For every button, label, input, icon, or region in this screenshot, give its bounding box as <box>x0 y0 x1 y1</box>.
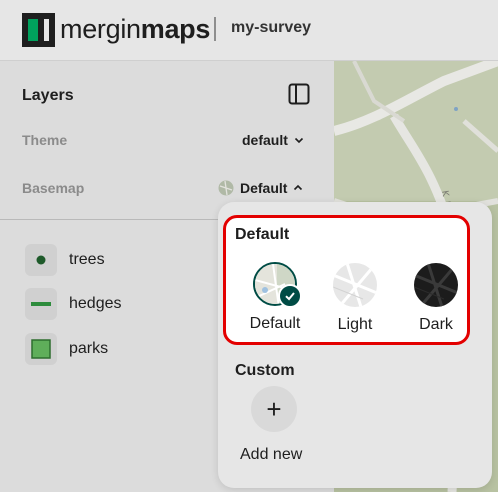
default-section-title: Default <box>235 226 290 243</box>
plus-icon: + <box>266 394 282 424</box>
basemap-label: Basemap <box>22 180 85 196</box>
header-divider <box>214 17 216 41</box>
basemap-option-light[interactable]: Light <box>325 262 385 334</box>
layer-name: parks <box>69 340 109 357</box>
custom-section-title: Custom <box>235 362 295 379</box>
layer-item-hedges[interactable]: hedges <box>25 288 122 320</box>
basemap-value: Default <box>240 180 288 196</box>
brand-name: merginmaps <box>60 14 211 44</box>
layer-name: hedges <box>69 295 122 312</box>
basemap-option-dark[interactable]: Dark <box>406 262 466 334</box>
theme-label: Theme <box>22 132 68 148</box>
panel-title: Layers <box>22 87 74 104</box>
layer-name: trees <box>69 251 105 268</box>
basemap-option-label: Default <box>249 315 301 332</box>
basemap-option-label: Dark <box>419 316 453 333</box>
basemap-option-label: Light <box>337 316 373 333</box>
app-header: merginmaps my-survey <box>0 0 498 61</box>
point-symbol-icon <box>25 244 57 276</box>
chevron-up-icon <box>294 184 303 191</box>
dark-basemap-thumbnail <box>414 263 458 307</box>
theme-value: default <box>242 132 288 148</box>
sidebar-toggle-icon[interactable] <box>288 83 310 105</box>
polygon-symbol-icon <box>25 333 57 365</box>
chevron-down-icon <box>294 137 303 144</box>
mergin-maps-logo-icon <box>22 13 55 47</box>
project-name[interactable]: my-survey <box>231 19 311 37</box>
layer-item-parks[interactable]: parks <box>25 333 108 365</box>
basemap-preview-icon <box>218 180 234 196</box>
add-new-label[interactable]: Add new <box>240 446 302 464</box>
basemap-dropdown[interactable]: Default <box>218 180 303 196</box>
line-symbol-icon <box>25 288 57 320</box>
add-basemap-button[interactable]: + <box>251 386 297 432</box>
selected-check-icon <box>278 284 302 308</box>
layer-item-trees[interactable]: trees <box>25 244 105 276</box>
theme-dropdown[interactable]: default <box>242 132 304 148</box>
light-basemap-thumbnail <box>333 263 377 307</box>
